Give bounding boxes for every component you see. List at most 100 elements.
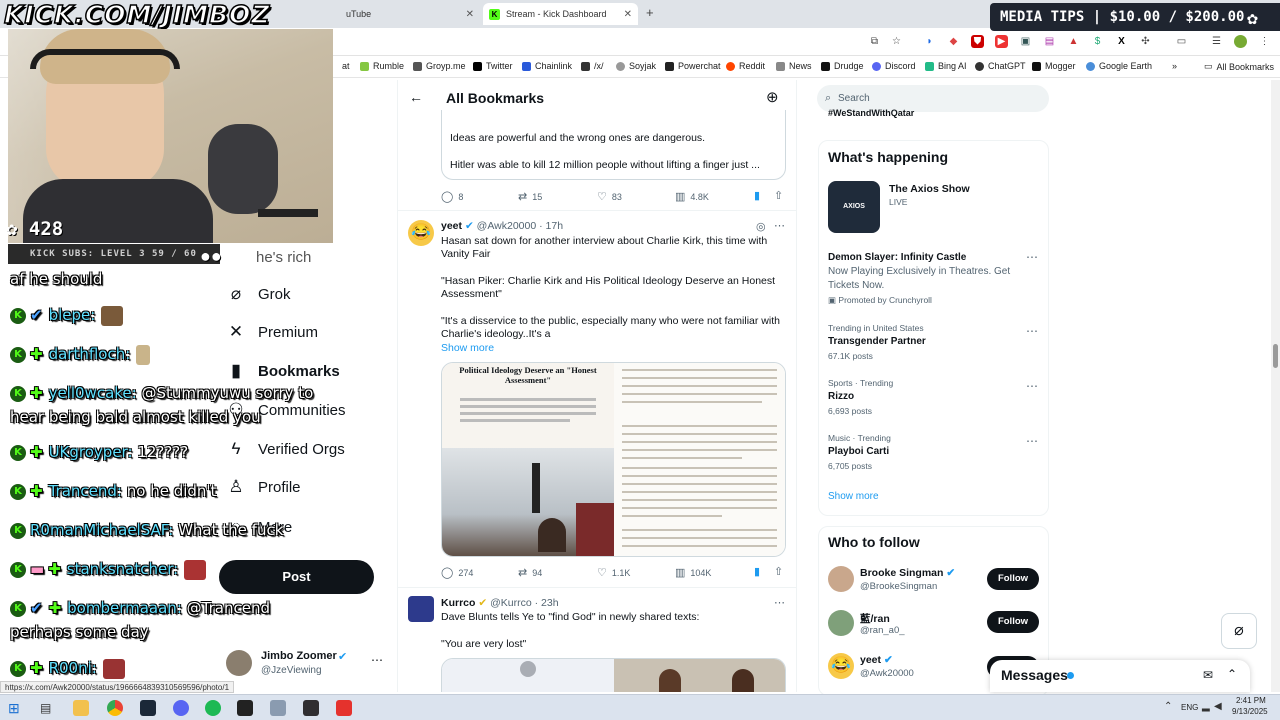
messages-drawer[interactable]: Messages ✉ ⌃: [990, 660, 1250, 692]
avatar[interactable]: 😂: [828, 653, 854, 679]
follow-suggestion-name[interactable]: yeet ✔: [860, 654, 893, 666]
follow-suggestion-name[interactable]: Brooke Singman ✔: [860, 567, 955, 579]
terminal-icon[interactable]: [237, 700, 253, 716]
author-name[interactable]: yeet: [441, 220, 462, 232]
all-bookmarks-folder[interactable]: ▭ All Bookmarks: [1204, 61, 1274, 72]
bookmark-item[interactable]: /x/: [581, 61, 604, 71]
bookmark-button[interactable]: ▮: [754, 565, 765, 578]
more-dots-icon[interactable]: ⋯: [1026, 434, 1270, 448]
scrollbar[interactable]: [1271, 80, 1280, 692]
bookmark-item[interactable]: Discord: [872, 61, 916, 71]
compose-message-icon[interactable]: ✉: [1203, 668, 1213, 682]
tweet-time[interactable]: · 17h: [539, 220, 563, 232]
share-button[interactable]: ⇧: [774, 189, 788, 202]
repost-button[interactable]: ⇄ 15: [518, 190, 542, 203]
follow-button[interactable]: Follow: [987, 611, 1039, 633]
more-dots-icon[interactable]: ⋯: [1026, 379, 1270, 393]
scrollbar-thumb[interactable]: [1273, 344, 1278, 368]
like-button[interactable]: ♡ 1.1K: [597, 566, 630, 579]
file-explorer-icon[interactable]: [73, 700, 89, 716]
extension-icon[interactable]: $: [1091, 35, 1104, 48]
like-button[interactable]: ♡ 83: [597, 190, 622, 203]
app-icon[interactable]: [336, 700, 352, 716]
avatar[interactable]: [828, 566, 854, 592]
extension-icon[interactable]: ◆: [947, 35, 960, 48]
tweet-media-image[interactable]: [441, 658, 786, 692]
close-tab-icon[interactable]: ✕: [624, 9, 632, 20]
author-handle[interactable]: @Kurrco: [490, 597, 532, 609]
avatar[interactable]: 😂: [408, 220, 434, 246]
trend-name[interactable]: Rizzo: [828, 391, 854, 402]
show-more-link[interactable]: Show more: [441, 342, 494, 355]
steam-icon[interactable]: [140, 700, 156, 716]
chrome-icon[interactable]: [107, 700, 123, 716]
bookmark-item[interactable]: Chainlink: [522, 61, 572, 71]
discord-icon[interactable]: [173, 700, 189, 716]
bookmark-item[interactable]: ChatGPT: [975, 61, 1026, 71]
bookmark-item[interactable]: Reddit: [726, 61, 765, 71]
task-view-icon[interactable]: ▤: [40, 700, 56, 716]
bookmarks-overflow-icon[interactable]: »: [1172, 61, 1177, 71]
windows-start-icon[interactable]: ⊞: [8, 700, 24, 716]
star-icon[interactable]: ☆: [890, 35, 903, 48]
trend-name[interactable]: Demon Slayer: Infinity Castle: [828, 252, 966, 263]
network-icon[interactable]: ▂: [1202, 701, 1210, 712]
bookmark-item[interactable]: Drudge: [821, 61, 864, 71]
back-arrow-icon[interactable]: ←: [409, 89, 423, 105]
bookmark-item[interactable]: Groyp.me: [413, 61, 466, 71]
avatar[interactable]: [828, 610, 854, 636]
tray-overflow-icon[interactable]: ⌃: [1164, 701, 1172, 712]
new-tab-button[interactable]: +: [646, 5, 654, 20]
reply-button[interactable]: ◯ 274: [441, 566, 473, 579]
tab-youtube[interactable]: uTube ✕: [340, 3, 480, 25]
follow-suggestion-name[interactable]: 藍/ran: [860, 611, 890, 626]
close-tab-icon[interactable]: ✕: [466, 9, 474, 20]
trend-name[interactable]: Playboi Carti: [828, 446, 889, 457]
bookmark-item[interactable]: Bing AI: [925, 61, 967, 71]
extension-icon[interactable]: ▶: [995, 35, 1008, 48]
cast-icon[interactable]: ⧉: [868, 35, 881, 48]
new-folder-icon[interactable]: ⊕: [766, 88, 779, 106]
more-dots-icon[interactable]: ⋯: [1026, 324, 1270, 338]
extension-icon[interactable]: ▲: [1067, 35, 1080, 48]
clock-date[interactable]: 9/13/2025: [1232, 707, 1268, 716]
collapse-icon[interactable]: ⌃: [1227, 667, 1237, 681]
x-extension-icon[interactable]: X: [1115, 35, 1128, 48]
views-button[interactable]: ▥ 104K: [675, 566, 711, 579]
obs-icon[interactable]: [303, 700, 319, 716]
bookmark-item[interactable]: Mogger: [1032, 61, 1076, 71]
trend-name[interactable]: Transgender Partner: [828, 336, 926, 347]
bookmark-item[interactable]: Soyjak: [616, 61, 656, 71]
downloads-icon[interactable]: ☰: [1210, 35, 1223, 48]
author-name[interactable]: Kurrco: [441, 597, 475, 609]
profile-avatar-icon[interactable]: [1234, 35, 1247, 48]
grok-explain-icon[interactable]: ◎: [756, 220, 766, 233]
share-button[interactable]: ⇧: [774, 565, 788, 578]
app-icon[interactable]: [270, 700, 286, 716]
sidebar-icon[interactable]: ▭: [1175, 35, 1188, 48]
extension-icon[interactable]: ◗: [923, 35, 936, 48]
extension-icon[interactable]: ▣: [1019, 35, 1032, 48]
extensions-puzzle-icon[interactable]: ✣: [1139, 35, 1152, 48]
tweet-media-image[interactable]: Political Ideology Deserve an "Honest As…: [441, 362, 786, 557]
avatar[interactable]: [408, 596, 434, 622]
spotify-icon[interactable]: [205, 700, 221, 716]
bookmark-button[interactable]: ▮: [754, 189, 765, 202]
extension-icon[interactable]: ▤: [1043, 35, 1056, 48]
show-more-link[interactable]: Show more: [828, 491, 879, 502]
bookmark-item[interactable]: News: [776, 61, 812, 71]
more-dots-icon[interactable]: ⋯: [774, 219, 785, 232]
volume-icon[interactable]: ◀: [1214, 701, 1222, 712]
views-button[interactable]: ▥ 4.8K: [675, 190, 709, 203]
bookmark-item[interactable]: Twitter: [473, 61, 513, 71]
tweet-time[interactable]: · 23h: [535, 597, 559, 609]
quoted-tweet[interactable]: Ideas are powerful and the wrong ones ar…: [441, 110, 786, 180]
ublock-icon[interactable]: ⛊: [971, 35, 984, 48]
repost-button[interactable]: ⇄ 94: [518, 566, 542, 579]
bookmark-item[interactable]: Powerchat: [665, 61, 721, 71]
clock-time[interactable]: 2:41 PM: [1236, 696, 1266, 705]
follow-button[interactable]: Follow: [987, 568, 1039, 590]
bookmark-item[interactable]: Google Earth: [1086, 61, 1152, 71]
bookmark-item[interactable]: at: [342, 61, 350, 71]
grok-button[interactable]: ⌀: [1221, 613, 1257, 649]
